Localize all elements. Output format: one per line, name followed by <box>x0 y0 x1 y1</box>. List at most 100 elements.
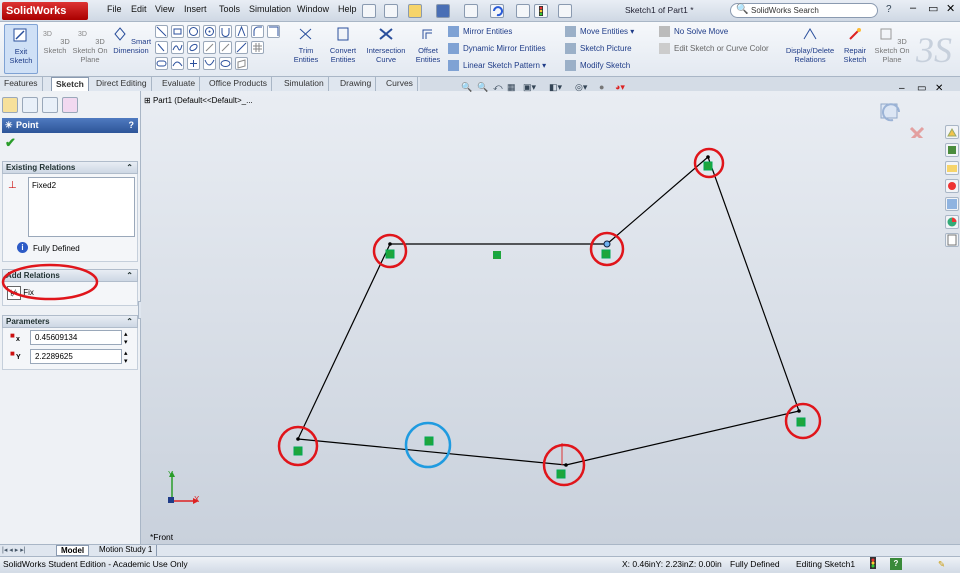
collapse-icon[interactable]: ⌃ <box>126 316 133 328</box>
tab-curves[interactable]: Curves <box>382 77 418 91</box>
centerline-tool-icon[interactable] <box>267 25 280 38</box>
design-library-icon[interactable] <box>945 143 959 157</box>
vertex-top[interactable] <box>693 147 725 179</box>
curve-tool-icon[interactable] <box>171 57 184 70</box>
options-icon[interactable] <box>558 4 572 18</box>
tab-features[interactable]: Features <box>0 77 43 91</box>
mirror-tool-icon[interactable] <box>203 41 216 54</box>
move-entities-button[interactable]: Move Entities ▾ <box>565 25 634 39</box>
feature-manager-tab-icon[interactable] <box>2 97 18 113</box>
menu-tools[interactable]: Tools <box>219 4 240 14</box>
3d-sketch-button[interactable]: 3D 3D Sketch <box>38 24 72 74</box>
minimize-button[interactable]: – <box>910 2 916 14</box>
x-coordinate-input[interactable]: 0.45609134 <box>30 330 122 345</box>
spline-tool-icon[interactable] <box>171 41 184 54</box>
vertex-top-left[interactable] <box>372 233 408 269</box>
midpoint-marker[interactable] <box>404 421 452 469</box>
pin-icon[interactable] <box>362 4 376 18</box>
open-folder-icon[interactable] <box>408 4 422 18</box>
relation-item[interactable]: Fixed2 <box>29 178 134 193</box>
text-tool-icon[interactable] <box>235 25 248 38</box>
menu-insert[interactable]: Insert <box>184 4 207 14</box>
ellipse2-tool-icon[interactable] <box>219 57 232 70</box>
linear-pattern-button[interactable]: Linear Sketch Pattern ▾ <box>448 59 546 73</box>
circle-tool-icon[interactable] <box>187 25 200 38</box>
no-solve-move-button[interactable]: No Solve Move <box>659 25 728 39</box>
ellipse-tool-icon[interactable] <box>187 41 200 54</box>
3d-sketch-on-plane-right-button[interactable]: 3D Sketch On Plane <box>872 24 912 74</box>
arc-tool-icon[interactable] <box>219 25 232 38</box>
tab-office-products[interactable]: Office Products <box>205 77 272 91</box>
custom-properties-icon[interactable] <box>945 233 959 247</box>
tab-simulation[interactable]: Simulation <box>280 77 329 91</box>
slot-tool-icon[interactable] <box>155 57 168 70</box>
solidworks-logo[interactable]: SolidWorks <box>2 2 88 20</box>
help-status-icon[interactable]: ? <box>890 558 902 570</box>
file-explorer-icon[interactable] <box>945 161 959 175</box>
collapse-icon[interactable]: ⌃ <box>126 162 133 174</box>
print-icon[interactable] <box>464 4 478 18</box>
dynamic-mirror-button[interactable]: Dynamic Mirror Entities <box>448 42 546 56</box>
ok-checkmark-icon[interactable]: ✔ <box>5 135 16 151</box>
polygon-tool-icon[interactable] <box>203 25 216 38</box>
close-button[interactable]: ✕ <box>946 2 955 15</box>
grid-tool-icon[interactable] <box>251 41 264 54</box>
configuration-manager-tab-icon[interactable] <box>42 97 58 113</box>
menu-edit[interactable]: Edit <box>131 4 147 14</box>
restore-button[interactable]: ▭ <box>928 2 938 15</box>
sketch-fillet-icon[interactable] <box>251 25 264 38</box>
pm-help-button[interactable]: ? <box>129 118 135 133</box>
rectangle-tool-icon[interactable] <box>171 25 184 38</box>
plane-tool-icon[interactable] <box>235 57 248 70</box>
line-tool-icon[interactable] <box>155 25 168 38</box>
help-button[interactable]: ? <box>886 4 892 15</box>
tab-drawing[interactable]: Drawing <box>336 77 377 91</box>
collapse-icon[interactable]: ⌃ <box>126 270 133 282</box>
point-tool-icon[interactable] <box>187 57 200 70</box>
x-spinner-icon[interactable]: ▴ ▾ <box>124 330 128 346</box>
vertex-bottom-left[interactable] <box>277 425 319 467</box>
select-arrow-icon[interactable] <box>516 4 530 18</box>
search-input[interactable]: SolidWorks Search <box>730 3 878 18</box>
smart-dimension-button[interactable]: Smart Dimension <box>110 24 152 74</box>
mirror-entities-button[interactable]: Mirror Entities <box>448 25 512 39</box>
vertex-right[interactable] <box>784 402 822 440</box>
offset-tool-icon[interactable] <box>219 41 232 54</box>
menu-file[interactable]: File <box>107 4 122 14</box>
graphics-area[interactable]: ⊞ Part1 (Default<<Default>_... 🔍 🔍 ⤺ ▦ ▣… <box>141 82 960 544</box>
menu-view[interactable]: View <box>155 4 174 14</box>
tab-evaluate[interactable]: Evaluate <box>158 77 201 91</box>
intersection-curve-button[interactable]: Intersection Curve <box>363 24 409 74</box>
menu-help[interactable]: Help <box>338 4 357 14</box>
relations-list[interactable]: Fixed2 <box>28 177 135 237</box>
sketch-picture-button[interactable]: Sketch Picture <box>565 42 632 56</box>
construction-tool-icon[interactable] <box>235 41 248 54</box>
tab-sketch[interactable]: Sketch <box>51 77 89 91</box>
view-palette-icon[interactable] <box>945 197 959 211</box>
3d-sketch-on-plane-button[interactable]: 3D 3D Sketch On Plane <box>70 24 110 74</box>
repair-sketch-button[interactable]: Repair Sketch <box>838 24 872 74</box>
display-delete-relations-button[interactable]: Display/Delete Relations <box>782 24 838 74</box>
appearances-icon[interactable] <box>945 215 959 229</box>
modify-sketch-button[interactable]: Modify Sketch <box>565 59 630 73</box>
parabola-tool-icon[interactable] <box>203 57 216 70</box>
menu-window[interactable]: Window <box>297 4 329 14</box>
menu-simulation[interactable]: Simulation <box>249 4 291 14</box>
y-coordinate-input[interactable]: 2.2289625 <box>30 349 122 364</box>
existing-relations-header[interactable]: Existing Relations ⌃ <box>2 161 138 174</box>
trim-entities-button[interactable]: Trim Entities <box>290 24 322 74</box>
new-document-icon[interactable] <box>384 4 398 18</box>
offset-entities-button[interactable]: Offset Entities <box>411 24 445 74</box>
dimxpert-manager-tab-icon[interactable] <box>62 97 78 113</box>
search-pane-icon[interactable] <box>945 179 959 193</box>
tab-model[interactable]: Model <box>56 545 90 556</box>
rebuild-icon[interactable] <box>534 4 548 18</box>
undo-icon[interactable] <box>490 4 504 18</box>
convert-entities-button[interactable]: Convert Entities <box>324 24 362 74</box>
y-spinner-icon[interactable]: ▴ ▾ <box>124 349 128 365</box>
select-tool-icon[interactable] <box>155 41 168 54</box>
save-icon[interactable] <box>436 4 450 18</box>
tab-motion-study[interactable]: Motion Study 1 <box>95 545 158 556</box>
tab-scroll-arrows[interactable]: |◂ ◂ ▸ ▸| <box>2 546 26 554</box>
vertex-top-right[interactable] <box>589 231 625 267</box>
